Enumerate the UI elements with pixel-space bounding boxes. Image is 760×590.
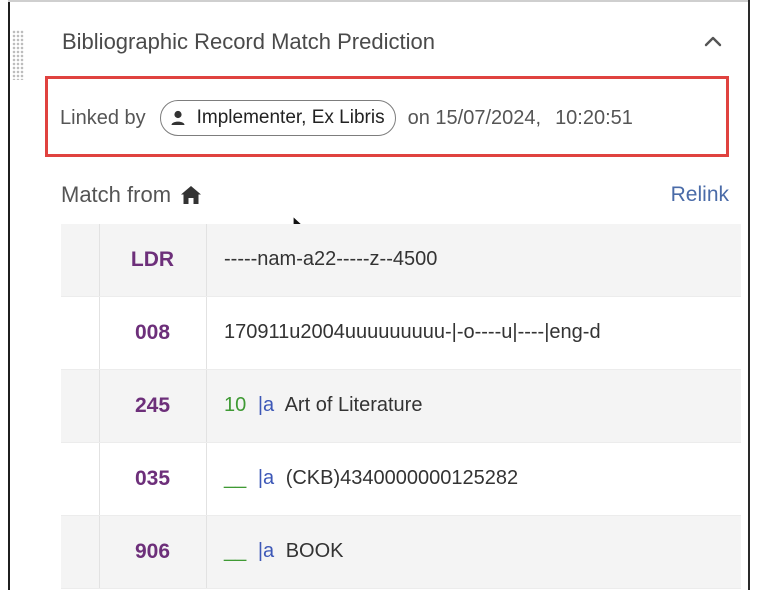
chevron-up-icon — [704, 36, 722, 47]
linked-date: on 15/07/2024, — [407, 106, 542, 129]
row-divider — [206, 370, 207, 442]
panel-title: Bibliographic Record Match Prediction — [62, 29, 435, 54]
record-value: Art of Literature — [284, 394, 423, 416]
user-chip-label: Implementer, Ex Libris — [196, 107, 385, 128]
row-divider — [206, 224, 207, 296]
record-row: LDR -----nam-a22-----z--4500 — [61, 224, 741, 297]
record-subfield: |a — [257, 540, 275, 562]
relink-button[interactable]: Relink — [671, 183, 729, 207]
linked-by-row: Linked by Implementer, Ex Libris on 15/0… — [60, 100, 633, 136]
match-from-label-wrap: Match from — [61, 182, 203, 208]
record-value: -----nam-a22-----z--4500 — [224, 248, 438, 270]
match-from-row: Match from Relink — [61, 180, 731, 210]
record-content: __ |a (CKB)4340000000125282 — [224, 467, 518, 490]
match-from-label: Match from — [61, 182, 172, 207]
row-divider — [206, 443, 207, 515]
record-value: (CKB)4340000000125282 — [285, 467, 519, 489]
panel-header: Bibliographic Record Match Prediction — [62, 26, 732, 56]
panel-left-border — [8, 0, 10, 590]
record-content: -----nam-a22-----z--4500 — [224, 248, 437, 271]
record-indicators: 10 — [224, 394, 247, 416]
record-value: BOOK — [285, 540, 344, 562]
record-list: LDR -----nam-a22-----z--4500 008 170911u… — [61, 224, 741, 589]
home-icon — [181, 186, 202, 204]
panel-top-border — [8, 0, 748, 2]
drag-handle-icon[interactable] — [12, 30, 24, 80]
record-subfield: |a — [257, 394, 275, 416]
record-row: 245 10 |a Art of Literature — [61, 370, 741, 443]
record-tag: 035 — [134, 467, 171, 490]
record-value: 170911u2004uuuuuuuuu-|-o----u|----|eng-d — [224, 321, 601, 343]
record-subfield: |a — [257, 467, 275, 489]
record-content: __ |a BOOK — [224, 540, 344, 563]
record-tag: 906 — [134, 540, 171, 563]
record-tag: 245 — [134, 394, 171, 417]
row-divider — [206, 297, 207, 369]
record-row: 906 __ |a BOOK — [61, 516, 741, 589]
collapse-button[interactable] — [698, 26, 728, 56]
record-indicators: __ — [224, 467, 247, 489]
record-row: 008 170911u2004uuuuuuuuu-|-o----u|----|e… — [61, 297, 741, 370]
record-content: 170911u2004uuuuuuuuu-|-o----u|----|eng-d — [224, 321, 601, 344]
user-chip[interactable]: Implementer, Ex Libris — [159, 100, 396, 136]
record-indicators: __ — [224, 540, 247, 562]
row-divider — [206, 516, 207, 588]
record-tag: 008 — [134, 321, 171, 344]
linked-by-label: Linked by — [60, 106, 146, 129]
record-row: 035 __ |a (CKB)4340000000125282 — [61, 443, 741, 516]
linked-by-highlight: Linked by Implementer, Ex Libris on 15/0… — [45, 76, 729, 157]
record-tag: LDR — [130, 248, 175, 271]
record-content: 10 |a Art of Literature — [224, 394, 422, 417]
panel-right-border — [748, 0, 750, 590]
person-icon — [166, 107, 189, 129]
linked-time: 10:20:51 — [555, 106, 633, 129]
